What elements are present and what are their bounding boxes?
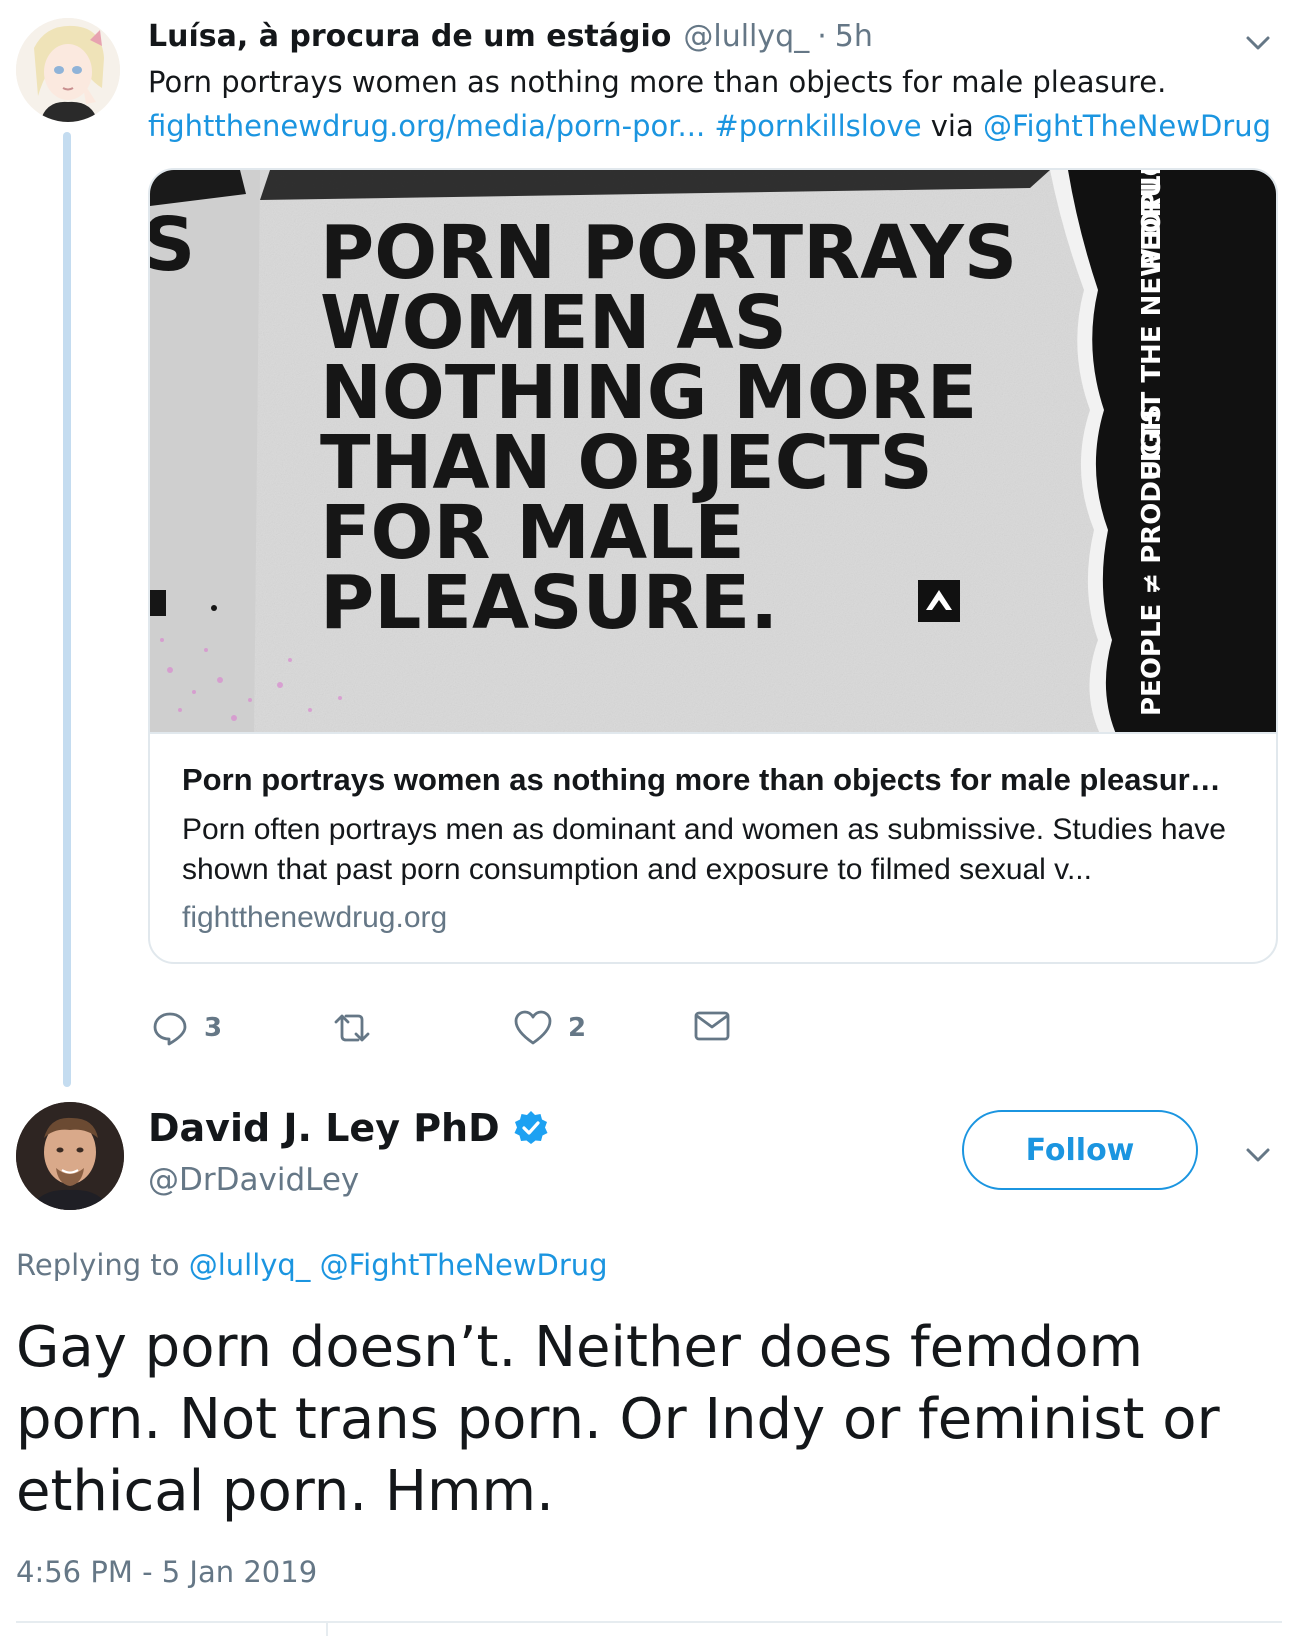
direct-message-button[interactable] bbox=[694, 1010, 730, 1042]
card-description: Porn often portrays men as dominant and … bbox=[182, 813, 1226, 886]
replying-prefix: Replying to bbox=[16, 1248, 180, 1282]
retweet-icon bbox=[330, 1010, 374, 1046]
main-tweet-text: Gay porn doesn’t. Neither does femdom po… bbox=[16, 1315, 1220, 1524]
parent-avatar[interactable] bbox=[16, 18, 120, 122]
main-display-name[interactable]: David J. Ley PhD bbox=[148, 1106, 500, 1150]
separator-dot: · bbox=[817, 18, 827, 54]
replying-handle-link[interactable]: @FightTheNewDrug bbox=[320, 1248, 608, 1282]
direct-message-icon bbox=[694, 1010, 730, 1042]
main-name-row: David J. Ley PhD bbox=[148, 1106, 550, 1150]
divider bbox=[326, 1622, 328, 1636]
via-handle-link[interactable]: @FightTheNewDrug bbox=[983, 109, 1271, 143]
link-preview-card[interactable]: PORN PORTRAYS WOMEN AS NOTHING MORE THAN… bbox=[148, 168, 1278, 964]
card-domain: fightthenewdrug.org bbox=[182, 901, 448, 934]
verified-badge-icon bbox=[512, 1109, 550, 1147]
card-image: PORN PORTRAYS WOMEN AS NOTHING MORE THAN… bbox=[150, 170, 1276, 734]
parent-timestamp[interactable]: 5h bbox=[835, 19, 873, 54]
image-headline-line-6: PLEASURE. bbox=[320, 560, 778, 646]
retweet-button[interactable] bbox=[330, 1010, 390, 1046]
article-link[interactable]: fightthenewdrug.org/media/porn-por... bbox=[148, 109, 705, 143]
like-count: 2 bbox=[568, 1013, 587, 1043]
parent-tweet-links: fightthenewdrug.org/media/porn-por... #p… bbox=[148, 104, 1271, 148]
replying-handle-link[interactable]: @lullyq_ bbox=[189, 1248, 311, 1282]
like-icon bbox=[514, 1010, 552, 1046]
hashtag-link[interactable]: #pornkillslove bbox=[714, 109, 921, 143]
thread-connector-line bbox=[63, 132, 71, 1087]
parent-display-name[interactable]: Luísa, à procura de um estágio bbox=[148, 19, 671, 54]
svg-text:S: S bbox=[150, 202, 195, 288]
like-button[interactable]: 2 bbox=[514, 1010, 586, 1046]
divider bbox=[16, 1621, 1282, 1623]
parent-tweet-text: Porn portrays women as nothing more than… bbox=[148, 65, 1167, 99]
chevron-down-icon[interactable] bbox=[1240, 1136, 1276, 1172]
parent-handle[interactable]: @lullyq_ bbox=[683, 19, 809, 54]
card-title: Porn portrays women as nothing more than… bbox=[182, 762, 1221, 797]
via-word: via bbox=[930, 109, 974, 143]
parent-tweet-header: Luísa, à procura de um estágio @lullyq_ … bbox=[148, 14, 873, 58]
follow-button[interactable]: Follow bbox=[962, 1110, 1198, 1190]
reply-count: 3 bbox=[204, 1013, 223, 1043]
main-handle[interactable]: @DrDavidLey bbox=[148, 1162, 359, 1198]
image-side-text-3: PEOPLE PRODU bbox=[1137, 170, 1167, 270]
tweet-timestamp[interactable]: 4:56 PM - 5 Jan 2019 bbox=[16, 1555, 317, 1589]
chevron-down-icon[interactable] bbox=[1240, 24, 1276, 60]
reply-icon bbox=[152, 1010, 188, 1046]
reply-button[interactable]: 3 bbox=[152, 1010, 222, 1046]
replying-to-line: Replying to @lullyq_ @FightTheNewDrug bbox=[16, 1248, 608, 1282]
main-avatar[interactable] bbox=[16, 1102, 124, 1210]
